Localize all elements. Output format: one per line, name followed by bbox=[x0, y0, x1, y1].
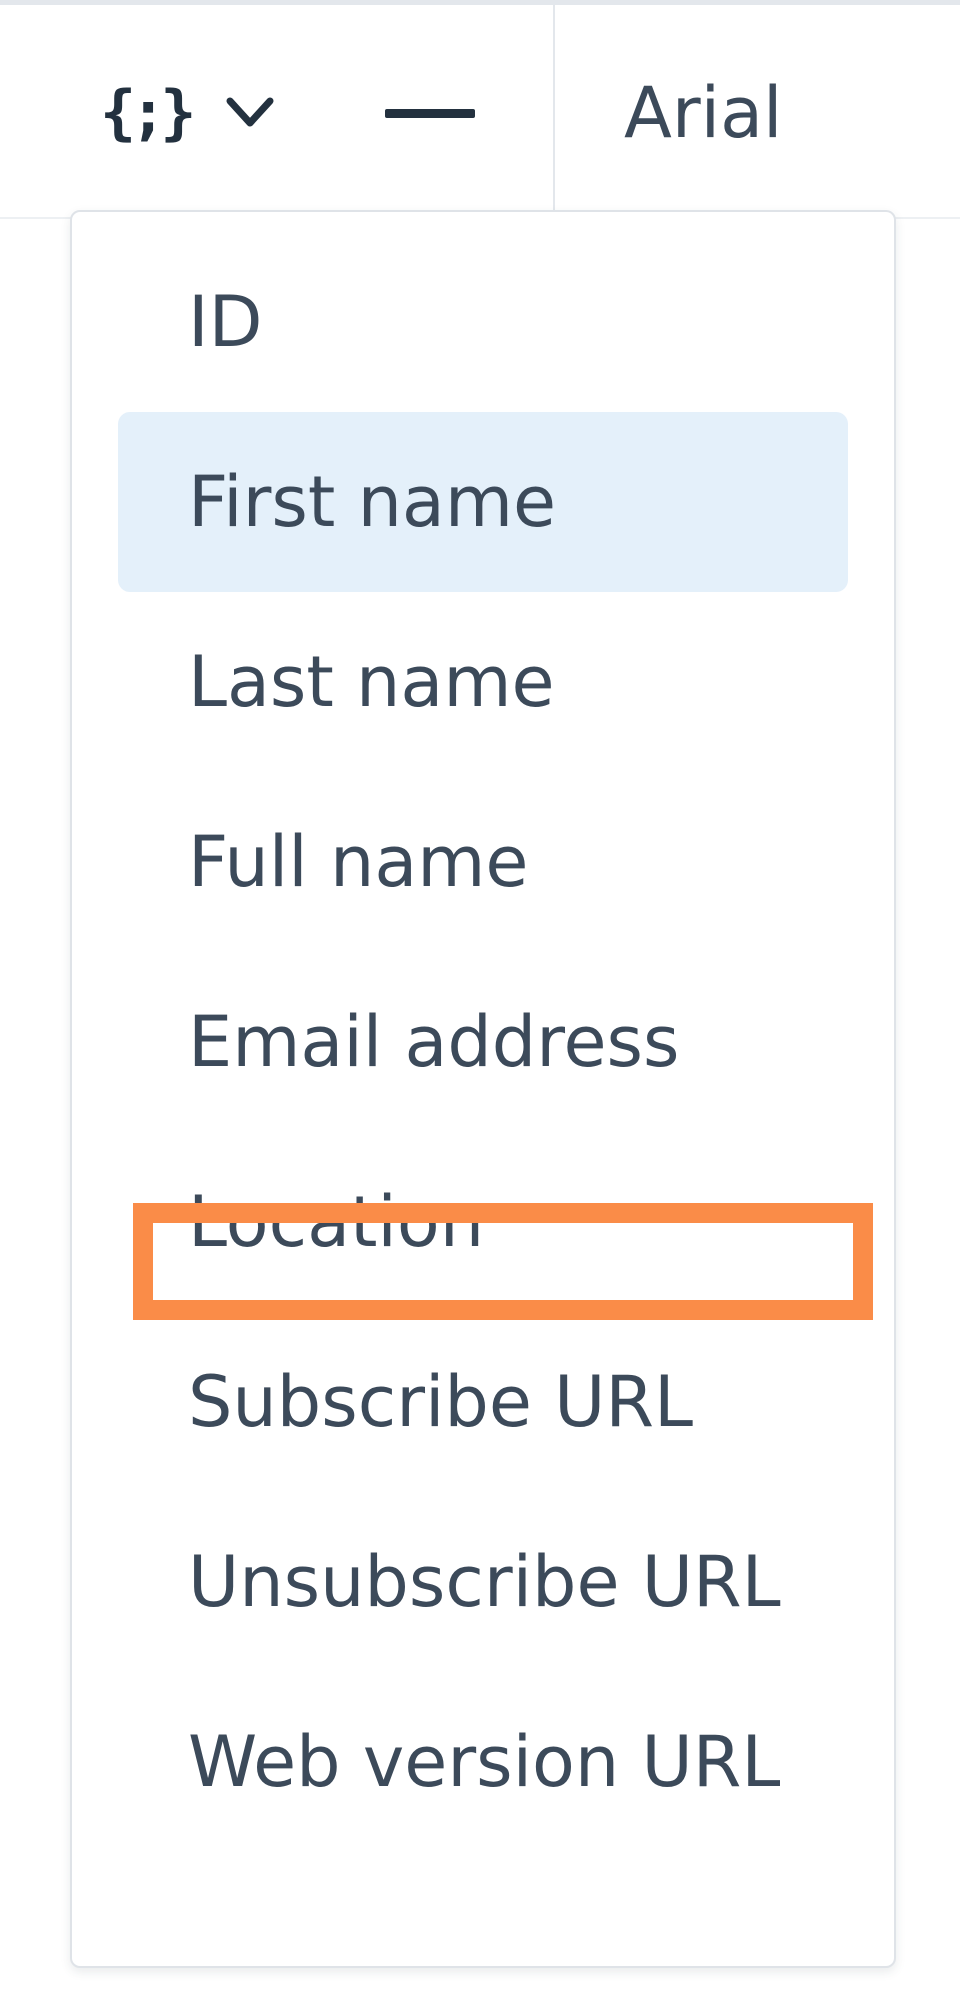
menu-item-email-address[interactable]: Email address bbox=[118, 952, 848, 1132]
horizontal-line-icon bbox=[385, 108, 475, 118]
menu-item-web-version-url[interactable]: Web version URL bbox=[118, 1672, 848, 1852]
chevron-down-icon bbox=[220, 83, 280, 143]
merge-tags-button[interactable]: {;} bbox=[100, 67, 310, 159]
menu-item-first-name[interactable]: First name bbox=[118, 412, 848, 592]
editor-toolbar: {;} Arial bbox=[0, 5, 960, 219]
menu-item-unsubscribe-url[interactable]: Unsubscribe URL bbox=[118, 1492, 848, 1672]
menu-item-full-name[interactable]: Full name bbox=[118, 772, 848, 952]
menu-item-subscribe-url[interactable]: Subscribe URL bbox=[118, 1312, 848, 1492]
merge-tags-dropdown: ID First name Last name Full name Email … bbox=[70, 210, 896, 1968]
menu-item-id[interactable]: ID bbox=[118, 232, 848, 412]
horizontal-line-button[interactable] bbox=[380, 67, 480, 159]
font-family-select[interactable]: Arial bbox=[624, 63, 782, 163]
toolbar-divider bbox=[553, 5, 555, 210]
merge-tags-icon: {;} bbox=[100, 78, 196, 148]
menu-item-last-name[interactable]: Last name bbox=[118, 592, 848, 772]
menu-item-location[interactable]: Location bbox=[118, 1132, 848, 1312]
